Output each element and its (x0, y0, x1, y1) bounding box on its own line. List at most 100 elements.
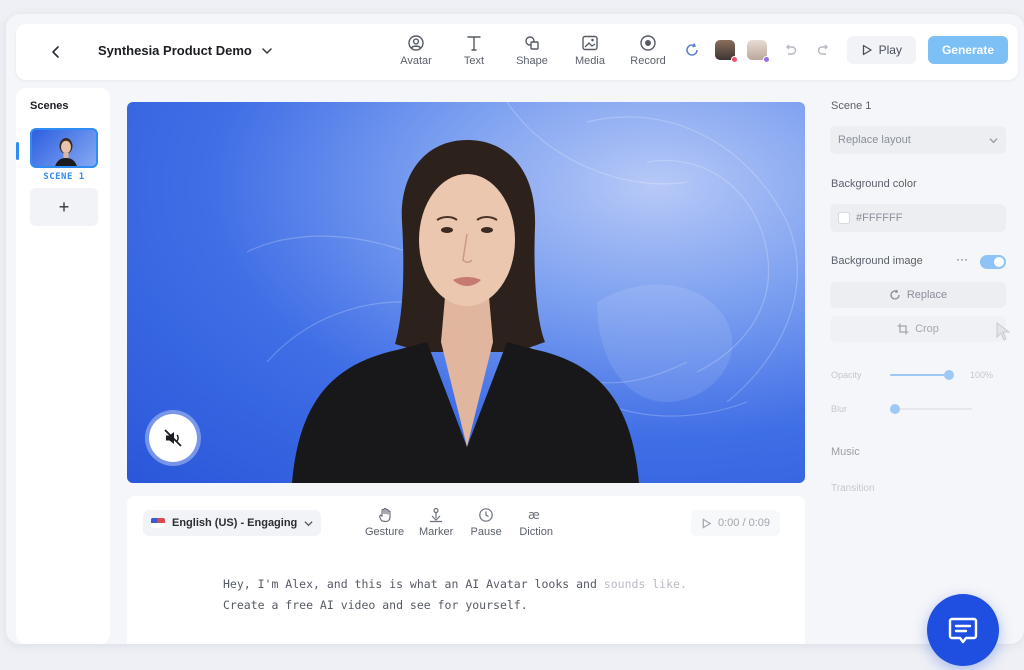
preview-timer[interactable]: 0:00 / 0:09 (691, 510, 780, 536)
tool-record[interactable]: Record (628, 34, 668, 67)
tool-shape[interactable]: Shape (512, 34, 552, 67)
top-toolbar: Synthesia Product Demo Avatar Text Shape… (16, 24, 1018, 80)
collaborator-avatar[interactable] (746, 40, 770, 63)
music-label[interactable]: Music (831, 446, 860, 458)
chevron-down-icon (989, 137, 998, 143)
media-icon (582, 35, 598, 51)
tool-avatar[interactable]: Avatar (396, 34, 436, 67)
active-scene-indicator (16, 142, 19, 160)
generate-button[interactable]: Generate (927, 36, 1008, 64)
tool-avatar-label: Avatar (400, 55, 432, 67)
avatar-icon (408, 35, 424, 51)
chevron-left-icon (52, 46, 59, 58)
undo-icon (785, 44, 796, 55)
tool-text-label: Text (463, 55, 485, 67)
voice-language-select[interactable]: English (US) - Engaging (143, 510, 322, 536)
replace-bg-button[interactable]: Replace (830, 282, 1006, 308)
speaker-muted-icon (164, 429, 182, 447)
properties-panel: Scene 1 Replace layout Background color … (818, 88, 1018, 644)
chat-icon (948, 617, 978, 644)
redo-button[interactable] (813, 39, 835, 61)
replace-label: Replace (906, 289, 948, 301)
redo-icon (817, 44, 828, 55)
bg-color-label: Background color (831, 178, 917, 190)
opacity-slider-knob[interactable] (944, 370, 954, 380)
crop-icon (897, 323, 909, 335)
color-swatch[interactable] (838, 212, 850, 224)
svg-text:æ: æ (528, 508, 540, 522)
bg-image-label: Background image (831, 255, 923, 267)
scene-label: SCENE 1 (43, 172, 85, 182)
status-dot (762, 56, 770, 63)
layout-select[interactable]: Replace layout (830, 126, 1006, 154)
refresh-icon (685, 43, 698, 56)
chevron-down-icon (262, 47, 272, 54)
replace-icon (890, 289, 900, 300)
marker-icon (430, 507, 443, 523)
bg-image-toggle[interactable] (980, 255, 1006, 269)
diction-label: Diction (519, 526, 553, 538)
avatar-presenter (292, 140, 639, 483)
more-options-icon[interactable]: ··· (956, 252, 968, 266)
tool-shape-label: Shape (516, 55, 548, 67)
text-icon (467, 36, 481, 51)
play-icon (862, 44, 872, 56)
editor-window: Synthesia Product Demo Avatar Text Shape… (6, 14, 1024, 644)
script-textarea[interactable]: Hey, I'm Alex, and this is what an AI Av… (223, 574, 687, 616)
back-button[interactable] (46, 42, 66, 62)
script-line-2: Create a free AI video and see for yours… (223, 598, 528, 612)
tool-media-label: Media (575, 55, 605, 67)
gesture-button[interactable]: Gesture (365, 506, 404, 538)
status-dot (730, 56, 738, 63)
opacity-label: Opacity (831, 370, 862, 380)
video-canvas[interactable] (127, 102, 805, 483)
scene-title: Scene 1 (831, 100, 872, 112)
script-line-1-faded: sounds like. (596, 577, 687, 591)
bg-color-value: #FFFFFF (856, 212, 903, 224)
diction-icon: æ (528, 508, 540, 522)
transition-label[interactable]: Transition (831, 483, 875, 494)
opacity-value: 100% (970, 370, 994, 380)
diction-button[interactable]: æ Diction (518, 506, 554, 538)
tool-text[interactable]: Text (454, 34, 494, 67)
play-button[interactable]: Play (846, 36, 916, 64)
layout-select-label: Replace layout (838, 134, 911, 146)
script-editor: English (US) - Engaging Gesture Marker P… (127, 496, 805, 644)
project-title-dropdown[interactable]: Synthesia Product Demo (98, 43, 272, 58)
collaborator-avatar[interactable] (714, 40, 738, 63)
scene-thumbnail[interactable] (30, 128, 98, 168)
toolbar-actions: Play Generate (681, 36, 1008, 64)
marker-label: Marker (419, 526, 454, 538)
tool-media[interactable]: Media (570, 34, 610, 67)
shape-icon (525, 36, 539, 50)
scenes-panel: Scenes SCENE 1 + (16, 88, 110, 644)
add-scene-button[interactable]: + (30, 188, 98, 226)
plus-icon: + (58, 196, 70, 217)
pause-label: Pause (470, 526, 502, 538)
insert-tools: Avatar Text Shape Media Record (396, 34, 668, 67)
pause-button[interactable]: Pause (468, 506, 504, 538)
sync-button[interactable] (681, 39, 703, 61)
play-label: Play (878, 43, 902, 57)
gesture-icon (378, 507, 391, 523)
timer-label: 0:00 / 0:09 (718, 517, 770, 529)
us-flag-icon (151, 518, 165, 528)
undo-button[interactable] (779, 39, 801, 61)
project-title: Synthesia Product Demo (98, 43, 252, 58)
mute-toggle[interactable] (149, 414, 197, 462)
marker-button[interactable]: Marker (418, 506, 454, 538)
support-chat-button[interactable] (927, 594, 999, 666)
blur-slider-knob[interactable] (890, 404, 900, 414)
script-tools: Gesture Marker Pause æ Diction (365, 506, 554, 538)
crop-label: Crop (915, 323, 939, 335)
bg-color-input[interactable]: #FFFFFF (830, 204, 1006, 232)
blur-label: Blur (831, 404, 848, 414)
generate-label: Generate (941, 43, 994, 57)
avatar-thumbnail (55, 138, 77, 166)
script-line-1: Hey, I'm Alex, and this is what an AI Av… (223, 577, 597, 591)
record-icon (640, 35, 656, 51)
clock-icon (479, 508, 493, 522)
chevron-down-icon (304, 520, 313, 526)
mouse-cursor-icon (996, 322, 1011, 341)
crop-bg-button[interactable]: Crop (830, 316, 1006, 342)
